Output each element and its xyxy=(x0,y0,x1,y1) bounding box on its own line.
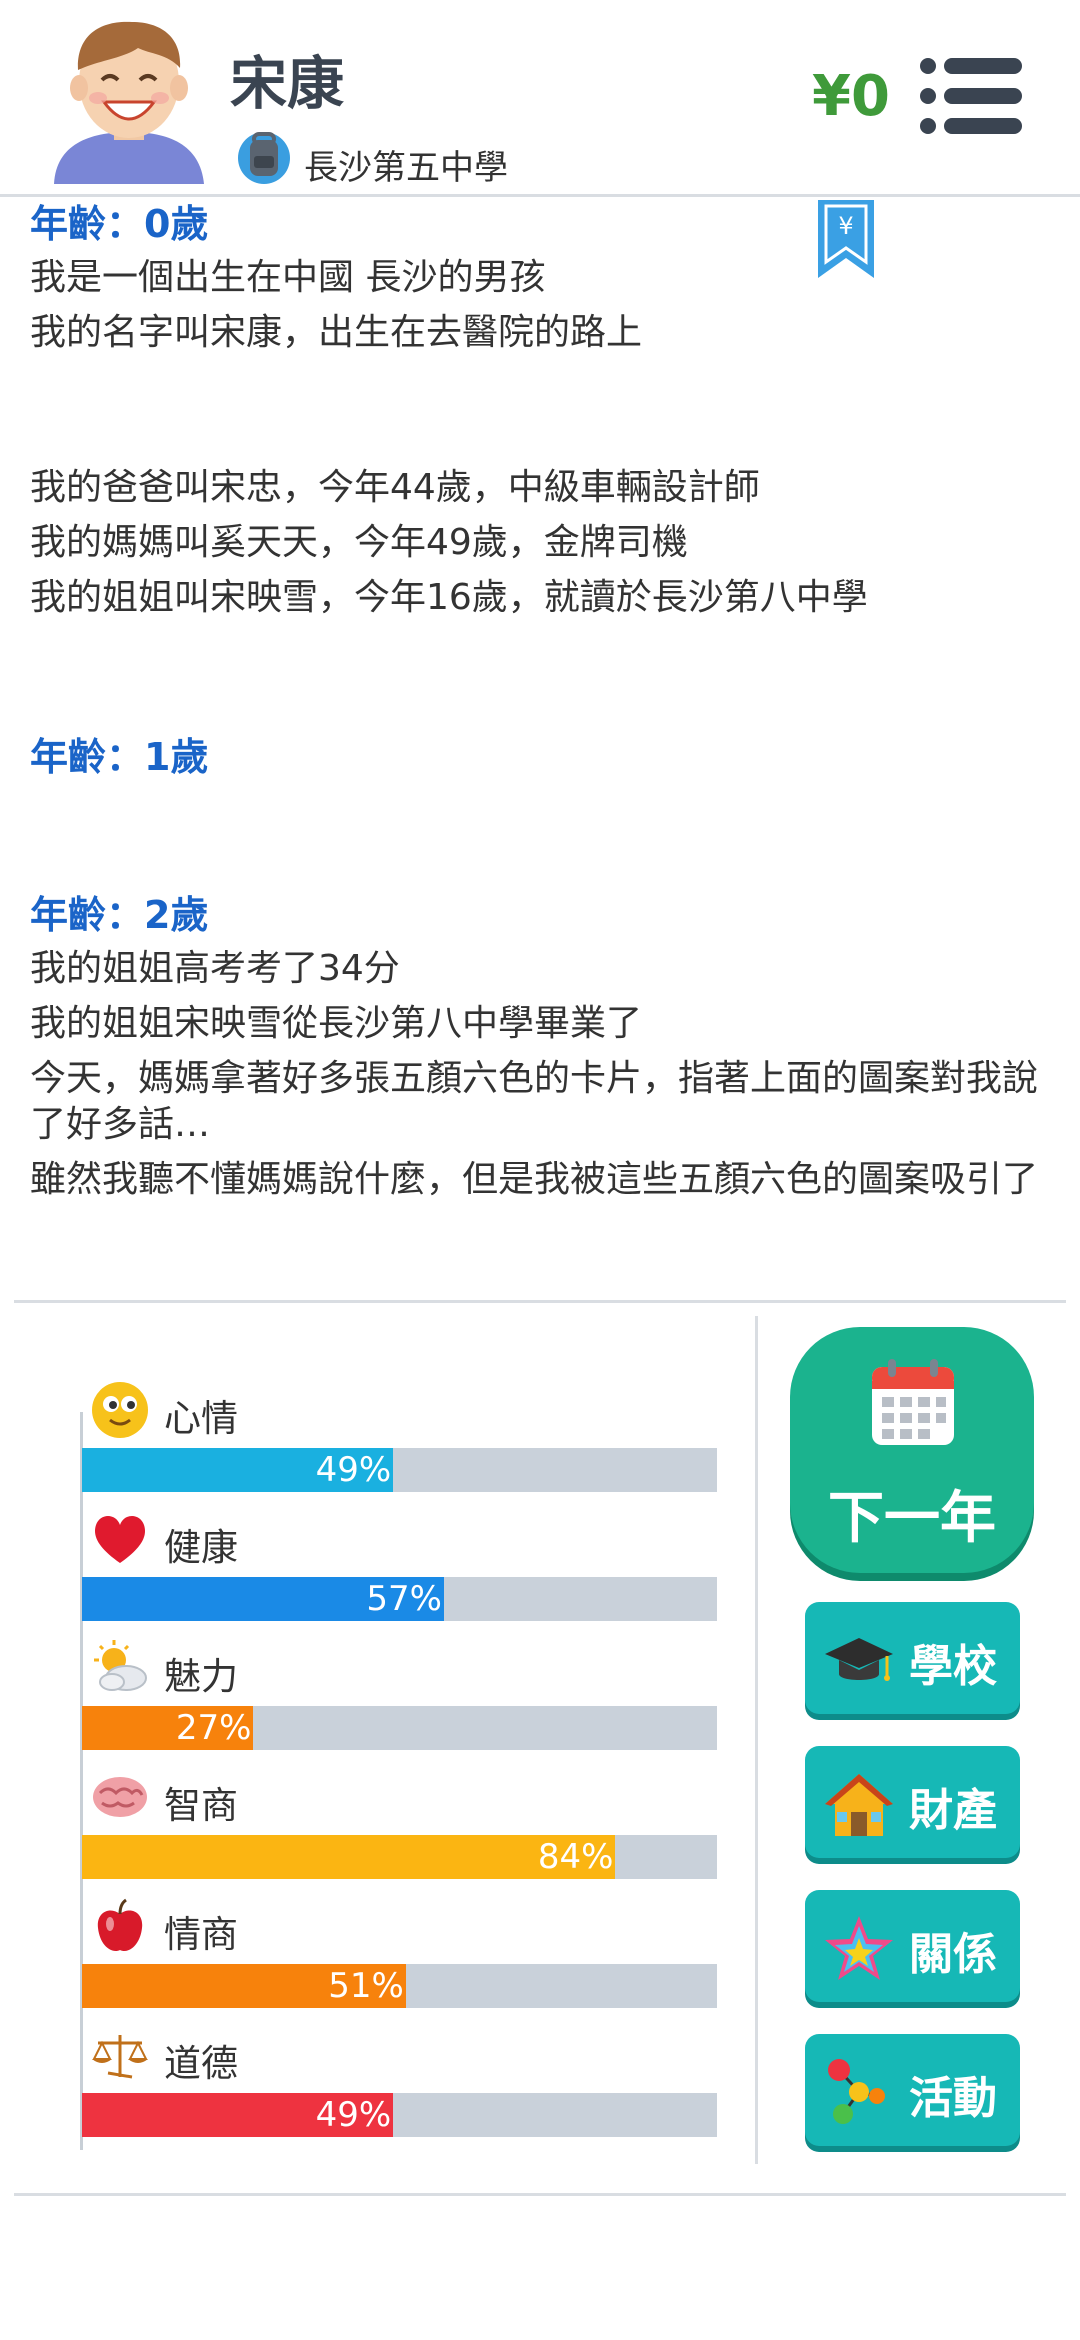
stat-label: 情商 xyxy=(164,1913,238,1956)
stat-bar-fill: 84% xyxy=(82,1835,616,1879)
money-amount: ¥0 xyxy=(812,64,890,129)
log-spacer xyxy=(30,626,1040,730)
next-year-label: 下一年 xyxy=(828,1486,996,1551)
log-line: 我的姐姐高考考了34分 xyxy=(30,948,400,989)
stat-label: 道德 xyxy=(164,2042,238,2085)
bottom-divider xyxy=(14,2193,1066,2196)
log-spacer xyxy=(30,361,1040,461)
relations-button-label: 關係 xyxy=(909,1929,997,1980)
yuan-bookmark-icon[interactable]: ¥ xyxy=(818,200,874,278)
stat-iq: 智商 84% xyxy=(82,1753,717,1881)
stat-charm: 魅力 27% xyxy=(82,1624,717,1752)
property-button-label: 財產 xyxy=(909,1785,997,1836)
stat-bar-fill: 57% xyxy=(82,1577,444,1621)
property-button[interactable]: 財產 xyxy=(805,1746,1020,1858)
relations-button[interactable]: 關係 xyxy=(805,1890,1020,2002)
activities-button-label: 活動 xyxy=(909,2073,997,2124)
heart-icon xyxy=(95,1516,145,1563)
brain-icon xyxy=(93,1777,147,1817)
section-divider xyxy=(14,1300,1066,1303)
stat-health: 健康 57% xyxy=(82,1495,717,1623)
stat-percent: 49% xyxy=(315,1450,392,1490)
dots-molecule-icon xyxy=(828,2059,885,2124)
stat-percent: 51% xyxy=(328,1966,404,2006)
log-line: 雖然我聽不懂媽媽說什麼，但是我被這些五顏六色的圖案吸引了 xyxy=(30,1159,1039,1200)
log-entry-age-0: 年齡：0歲 我是一個出生在中國 長沙的男孩 我的名字叫宋康，出生在去醫院的路上 … xyxy=(30,197,1040,626)
age-heading: 年齡：1歲 xyxy=(30,735,209,779)
stat-bar-track: 84% xyxy=(82,1835,717,1879)
log-line: 今天，媽媽拿著好多張五顏六色的卡片，指著上面的圖案對我說了好多話… xyxy=(30,1058,1039,1145)
stat-bar-track: 27% xyxy=(82,1706,717,1750)
log-line: 我是一個出生在中國 長沙的男孩 xyxy=(30,257,546,298)
scales-icon xyxy=(92,2035,148,2079)
activities-button[interactable]: 活動 xyxy=(805,2034,1020,2146)
stat-label: 健康 xyxy=(164,1526,238,1569)
player-name: 宋康 xyxy=(230,51,344,117)
stat-percent: 57% xyxy=(366,1579,442,1619)
age-heading: 年齡：0歲 xyxy=(30,202,209,246)
log-line: 我的媽媽叫奚天天，今年49歲，金牌司機 xyxy=(30,522,688,563)
school-name: 長沙第五中學 xyxy=(304,148,508,188)
log-line: 我的姐姐宋映雪從長沙第八中學畢業了 xyxy=(30,1003,643,1044)
school-button[interactable]: 學校 xyxy=(805,1602,1020,1714)
profile-header: 宋康 長沙第五中學 ¥0 xyxy=(0,0,1080,197)
stat-bar-track: 51% xyxy=(82,1964,717,2008)
stat-bar-track: 49% xyxy=(82,1448,717,1492)
avatar[interactable] xyxy=(42,14,217,184)
stat-mood: 心情 49% xyxy=(82,1366,717,1494)
school-button-label: 學校 xyxy=(909,1641,997,1692)
stat-percent: 84% xyxy=(537,1837,614,1877)
bookmark-symbol: ¥ xyxy=(838,212,853,240)
stat-bar-track: 49% xyxy=(82,2093,717,2137)
log-line: 我的名字叫宋康，出生在去醫院的路上 xyxy=(30,312,643,353)
age-heading: 年齡：2歲 xyxy=(30,893,209,937)
smiley-icon xyxy=(92,1382,148,1438)
stat-bar-fill: 27% xyxy=(82,1706,254,1750)
next-year-button[interactable]: 下一年 xyxy=(790,1327,1034,1573)
log-line: 我的爸爸叫宋忠，今年44歲，中級車輛設計師 xyxy=(30,467,760,508)
sun-cloud-icon xyxy=(94,1640,147,1691)
star-icon xyxy=(825,1916,893,1980)
house-icon xyxy=(825,1774,893,1836)
stat-bar-fill: 49% xyxy=(82,2093,394,2137)
stat-bar-fill: 51% xyxy=(82,1964,406,2008)
graduation-cap-icon xyxy=(825,1638,893,1681)
apple-icon xyxy=(97,1898,143,1952)
life-log[interactable]: 年齡：0歲 我是一個出生在中國 長沙的男孩 我的名字叫宋康，出生在去醫院的路上 … xyxy=(30,197,1040,1303)
stat-percent: 49% xyxy=(315,2095,392,2135)
stat-label: 智商 xyxy=(164,1784,238,1827)
stats-divider xyxy=(755,1316,758,2164)
log-line: 我的姐姐叫宋映雪，今年16歲，就讀於長沙第八中學 xyxy=(30,577,868,618)
stat-percent: 27% xyxy=(175,1708,252,1748)
stat-morality: 道德 49% xyxy=(82,2011,717,2139)
stat-eq: 情商 51% xyxy=(82,1882,717,2010)
log-spacer xyxy=(30,784,1040,888)
schoolbag-icon xyxy=(238,132,290,184)
stat-bar-track: 57% xyxy=(82,1577,717,1621)
log-entry-age-1: 年齡：1歲 xyxy=(30,730,1040,784)
calendar-icon xyxy=(872,1359,954,1445)
stat-bar-fill: 49% xyxy=(82,1448,394,1492)
stat-label: 心情 xyxy=(164,1397,238,1440)
log-entry-age-2: 年齡：2歲 我的姐姐高考考了34分 我的姐姐宋映雪從長沙第八中學畢業了 今天，媽… xyxy=(30,888,1040,1208)
menu-icon[interactable] xyxy=(918,56,1024,136)
stat-label: 魅力 xyxy=(164,1655,238,1698)
